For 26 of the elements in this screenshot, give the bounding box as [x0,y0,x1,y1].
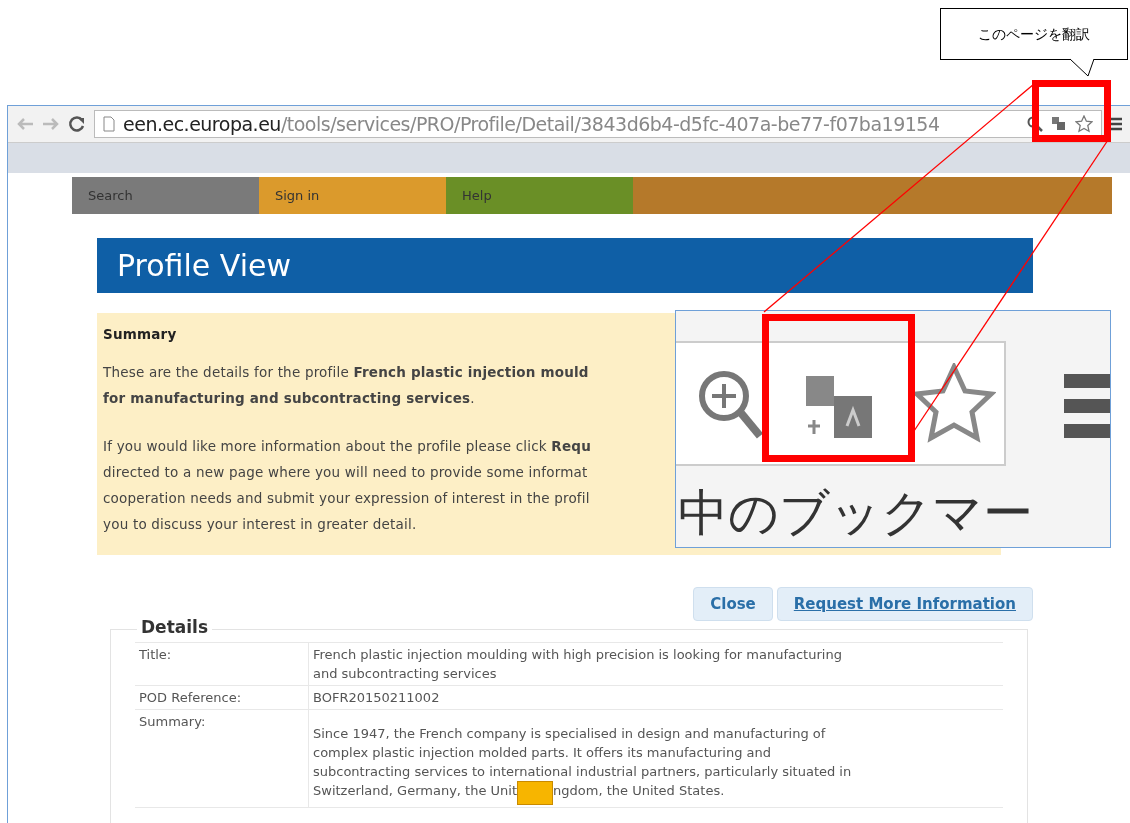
detail-value: French plastic injection moulding with high precision is looking for manufacturing and subcontracting services [313,646,842,683]
page-title: Profile View [117,247,291,285]
detail-label: Title: [135,643,309,685]
bookmark-text: 中のブックマー [678,483,1033,543]
marker-square [517,781,554,805]
nav-tab[interactable]: Sign in [259,177,446,214]
menu-icon [1064,373,1110,439]
detail-label: POD Reference: [135,686,309,709]
reload-icon[interactable] [68,115,86,133]
page-icon [103,116,115,132]
nav-tab[interactable]: Help [446,177,633,214]
nav-tab[interactable]: Search [72,177,259,214]
summary-paragraph: These are the details for the profile French plastic injection mould for manufacturing and subcontracting services. [103,363,589,408]
menu-icon[interactable] [1110,117,1122,131]
url-host: een.ec.europa.eu [123,111,281,137]
summary-paragraph: If you would like more information about the profile please click Requ directed to a new page where you will need to provide some informat cooperation needs and submit your expression of interest in the profil you to discuss your interest in greater detail. [103,437,591,534]
summary-text: Switzerland, Germany, the Unit [313,782,518,800]
url-path: /tools/services/PRO/Profile/Detail/3843d6b4-d5fc-407a-be77-f07ba19154 [280,111,940,137]
detail-label: Summary: [135,710,309,807]
close-button[interactable]: Close [693,587,773,621]
address-bar[interactable]: een.ec.europa.eu/tools/services/PRO/Profile/Detail/3843d6b4-d5fc-407a-be77-f07ba19154 [94,110,1102,138]
star-icon[interactable] [1075,115,1093,133]
summary-text: ngdom, the United States. [553,782,725,800]
request-link[interactable]: Request More Information [776,587,1033,621]
detail-value: BOFR20150211002 [313,689,440,707]
summary-heading: Summary [103,325,178,344]
